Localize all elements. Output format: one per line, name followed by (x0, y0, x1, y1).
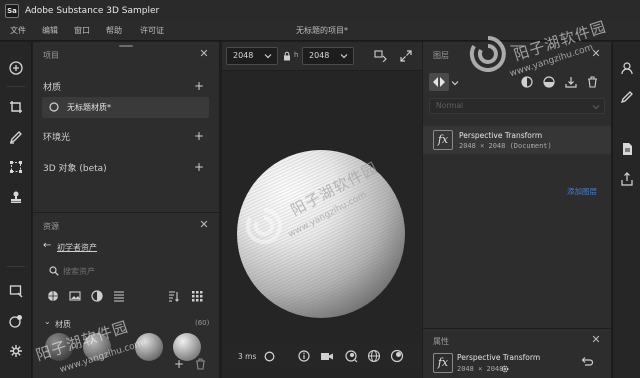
right-toolbar (612, 42, 640, 378)
add-material-icon[interactable]: + (193, 80, 205, 92)
menu-help[interactable]: 帮助 (106, 25, 122, 36)
crop-icon[interactable] (7, 98, 25, 116)
fill-layer-icon[interactable] (521, 76, 533, 88)
height-resolution-select[interactable]: 2048 (302, 47, 354, 65)
globe-icon[interactable] (367, 349, 381, 363)
back-arrow-icon[interactable]: ← (43, 240, 51, 251)
chevron-down-icon (340, 54, 348, 59)
compare-toggle-button[interactable] (429, 73, 449, 91)
settings-icon[interactable] (7, 342, 25, 360)
blend-mode-select[interactable]: Normal (429, 98, 605, 114)
info-icon[interactable] (298, 350, 310, 362)
gear-icon[interactable] (501, 365, 509, 373)
properties-layer-name: Perspective Transform (457, 353, 541, 362)
frame-icon[interactable] (374, 50, 387, 62)
objects-section-label: 3D 对象 (beta) (43, 164, 107, 174)
chevron-down-icon[interactable] (451, 79, 459, 87)
share-icon[interactable] (618, 170, 636, 188)
material-radio-icon (49, 102, 59, 112)
brush-icon[interactable] (7, 128, 25, 146)
left-toolbar (0, 42, 32, 378)
close-icon[interactable]: ✕ (589, 333, 603, 347)
compare-icon (433, 77, 445, 87)
material-filter-icon[interactable] (47, 290, 59, 302)
stamp-icon[interactable] (7, 188, 25, 206)
height-label: h (294, 51, 299, 59)
category-label: 材质 (55, 320, 71, 329)
app-logo: Sa (5, 3, 19, 18)
panel-title: 资源 (43, 222, 59, 231)
chevron-down-icon[interactable]: ⌄ (44, 317, 51, 326)
effect-icon: fx (433, 353, 453, 373)
chevron-down-icon (592, 105, 600, 110)
watermark-logo (469, 36, 506, 72)
viewport-status-bar: 3 ms (224, 342, 420, 370)
properties-layer-size: 2048 × 2048 (457, 365, 504, 373)
import-icon[interactable] (565, 76, 577, 88)
render-indicator-icon (264, 351, 275, 362)
lighting-filter-icon[interactable] (91, 290, 103, 302)
search-icon (49, 266, 59, 276)
environment-icon[interactable] (344, 349, 358, 363)
blend-mode-value: Normal (436, 101, 464, 110)
app-title: Adobe Substance 3D Sampler (25, 5, 160, 16)
user-icon[interactable] (618, 59, 636, 77)
chevron-down-icon (264, 54, 272, 59)
close-icon[interactable]: ✕ (197, 218, 211, 232)
mask-icon[interactable] (543, 76, 555, 88)
add-light-icon[interactable]: + (193, 130, 205, 142)
width-value: 2048 (233, 51, 254, 60)
reset-icon[interactable] (581, 356, 593, 367)
search-input[interactable]: 搜索资产 (63, 266, 95, 277)
pattern-filter-icon[interactable] (113, 290, 125, 302)
sort-icon[interactable] (167, 290, 179, 302)
layer-name: Perspective Transform (459, 131, 543, 140)
document-title: 无标题的项目* (296, 26, 348, 35)
watermark-logo (245, 208, 282, 244)
menu-window[interactable]: 窗口 (74, 25, 90, 36)
layer-item[interactable]: fx Perspective Transform 2048 × 2048 (Do… (423, 126, 611, 154)
trash-icon[interactable] (195, 358, 206, 370)
layers-panel: 图层 ✕ Normal fx Perspective Transform 204… (423, 42, 611, 328)
menu-license[interactable]: 许可证 (140, 25, 164, 36)
menu-file[interactable]: 文件 (10, 25, 26, 36)
add-layer-link[interactable]: 添加图层 (567, 186, 597, 197)
fullscreen-icon[interactable] (400, 50, 412, 62)
panel-title: 属性 (433, 337, 449, 346)
panel-title: 项目 (43, 51, 59, 60)
add-asset-icon[interactable]: + (173, 358, 185, 370)
export-icon[interactable] (7, 282, 25, 300)
link-icon[interactable] (282, 51, 292, 61)
material-ball-icon[interactable] (390, 349, 404, 363)
project-panel: 项目 ✕ 材质 + 环境光 + 3D 对象 (beta) + (33, 42, 219, 212)
width-resolution-select[interactable]: 2048 (226, 47, 278, 65)
image-filter-icon[interactable] (69, 290, 81, 302)
breadcrumb[interactable]: 初学者资产 (57, 242, 97, 253)
menu-edit[interactable]: 编辑 (42, 25, 58, 36)
add-icon[interactable] (7, 59, 25, 77)
transform-icon[interactable] (7, 158, 25, 176)
title-bar: Sa Adobe Substance 3D Sampler (0, 0, 640, 21)
lights-section-label: 环境光 (43, 133, 71, 143)
properties-panel: 属性 ✕ fx Perspective Transform 2048 × 204… (423, 329, 611, 378)
layer-size: 2048 × 2048 (Document) (459, 142, 552, 150)
grid-view-icon[interactable] (191, 290, 203, 302)
category-count: (60) (195, 319, 210, 327)
effect-icon: fx (433, 130, 453, 150)
edit-icon[interactable] (618, 88, 636, 106)
material-name: 无标题材质* (67, 103, 111, 112)
close-icon[interactable]: ✕ (197, 47, 211, 61)
materials-icon[interactable] (7, 312, 25, 330)
materials-section-label: 材质 (43, 83, 62, 93)
viewport-toolbar: 2048 h 2048 (222, 42, 422, 71)
document-icon[interactable] (618, 140, 636, 158)
material-list-item[interactable]: 无标题材质* (42, 97, 209, 118)
add-object-icon[interactable]: + (193, 161, 205, 173)
trash-icon[interactable] (587, 76, 598, 88)
panel-title: 图层 (433, 51, 449, 60)
height-value: 2048 (309, 51, 330, 60)
render-time: 3 ms (238, 352, 257, 361)
camera-icon[interactable] (320, 350, 334, 362)
